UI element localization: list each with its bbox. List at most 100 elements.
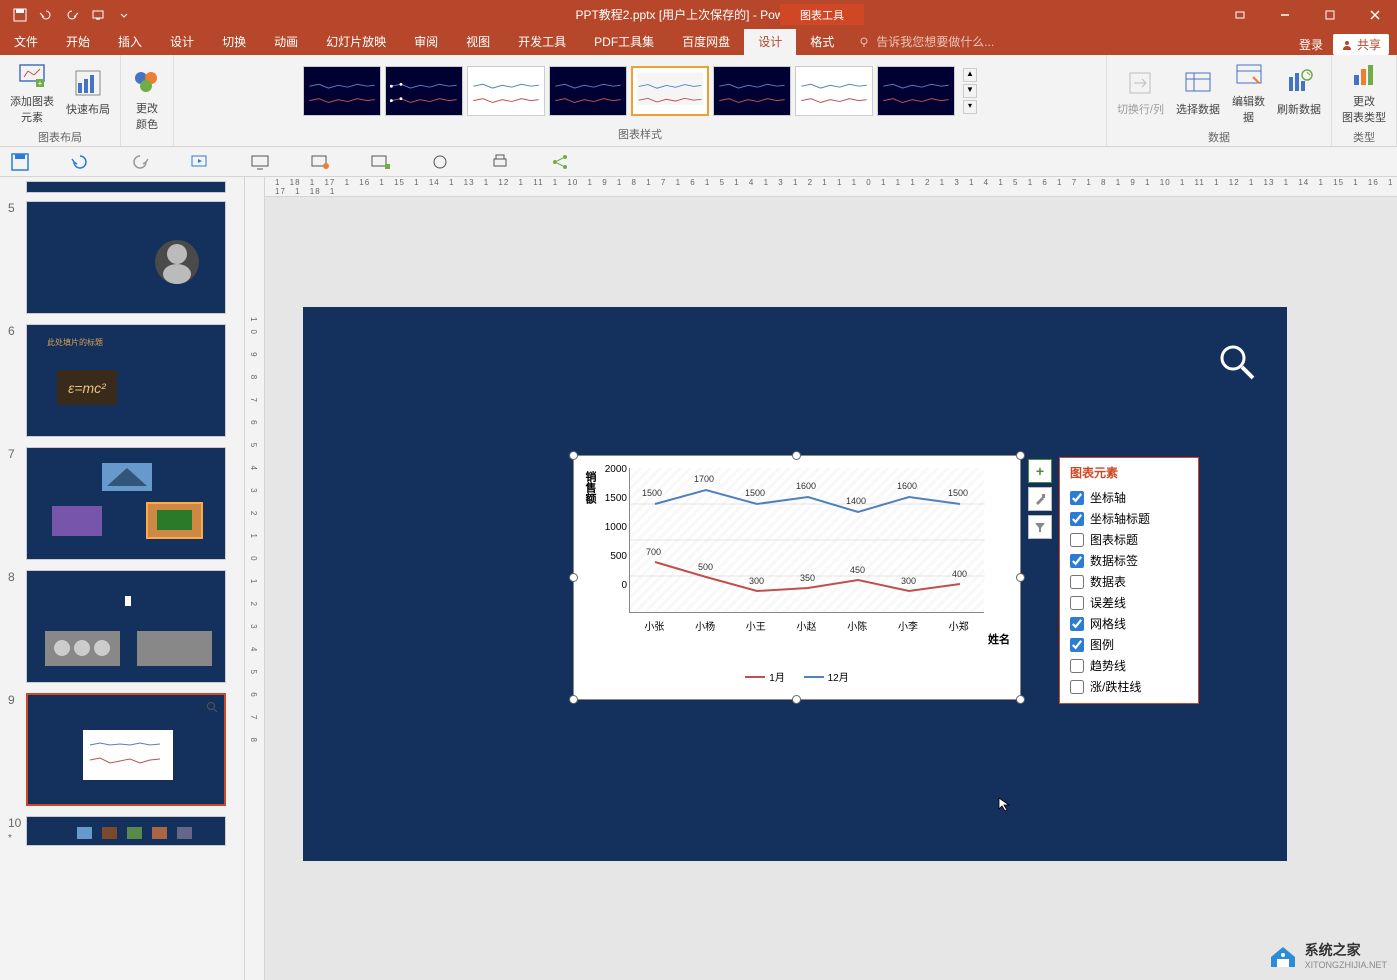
title-bar: PPT教程2.pptx [用户上次保存的] - PowerPoint 图表工具 <box>0 0 1397 29</box>
element-error-bars[interactable]: 误差线 <box>1070 592 1188 613</box>
maximize-button[interactable] <box>1307 0 1352 29</box>
ribbon: + 添加图表 元素 快速布局 图表布局 更改 颜色 <box>0 55 1397 147</box>
ribbon-display-button[interactable] <box>1217 0 1262 29</box>
secondary-toolbar <box>0 147 1397 177</box>
tab-pdf[interactable]: PDF工具集 <box>580 28 668 55</box>
chart-style-8[interactable] <box>877 66 955 116</box>
chart-object[interactable]: 销售额 2000 1500 1000 500 0 <box>573 455 1021 700</box>
tab-insert[interactable]: 插入 <box>104 28 156 55</box>
chart-style-3[interactable] <box>467 66 545 116</box>
group-label-data: 数据 <box>1208 127 1230 147</box>
element-axis[interactable]: 坐标轴 <box>1070 487 1188 508</box>
quick-layout-icon <box>72 67 104 99</box>
slide-thumbnails-panel: 5 6 此处填片的标题ε=mc² 7 8 9 10* <box>0 177 245 980</box>
slideshow-button[interactable] <box>86 3 110 27</box>
qat-dropdown[interactable] <box>112 3 136 27</box>
redo-icon[interactable] <box>130 152 150 172</box>
tab-developer[interactable]: 开发工具 <box>504 28 580 55</box>
change-chart-type-button[interactable]: 更改 图表类型 <box>1338 57 1390 127</box>
slide-canvas[interactable]: 销售额 2000 1500 1000 500 0 <box>303 307 1287 861</box>
chart-style-2[interactable] <box>385 66 463 116</box>
element-data-labels[interactable]: 数据标签 <box>1070 550 1188 571</box>
magnifier-icon <box>1217 342 1257 382</box>
chart-style-4[interactable] <box>549 66 627 116</box>
undo-button[interactable] <box>34 3 58 27</box>
tab-transition[interactable]: 切换 <box>208 28 260 55</box>
thumbnail-6[interactable]: 6 此处填片的标题ε=mc² <box>8 324 236 437</box>
ribbon-group-data: 切换行/列 选择数据 编辑数 据 刷新数据 数据 <box>1107 55 1332 146</box>
select-data-icon <box>1182 67 1214 99</box>
select-data-button[interactable]: 选择数据 <box>1172 65 1224 119</box>
element-legend[interactable]: 图例 <box>1070 634 1188 655</box>
chart-elements-button[interactable]: + <box>1028 459 1052 483</box>
close-button[interactable] <box>1352 0 1397 29</box>
element-axis-title[interactable]: 坐标轴标题 <box>1070 508 1188 529</box>
chart-content: 销售额 2000 1500 1000 500 0 <box>574 456 1020 699</box>
presenter-icon[interactable] <box>310 152 330 172</box>
minimize-button[interactable] <box>1262 0 1307 29</box>
change-colors-button[interactable]: 更改 颜色 <box>127 64 167 134</box>
thumbnail-7[interactable]: 7 <box>8 447 236 560</box>
chart-style-1[interactable] <box>303 66 381 116</box>
tool-icon[interactable] <box>430 152 450 172</box>
undo-icon[interactable] <box>70 152 90 172</box>
monitor-icon[interactable] <box>250 152 270 172</box>
styles-scroll-down[interactable]: ▼ <box>963 84 977 98</box>
thumbnail-10[interactable]: 10* <box>8 816 236 846</box>
element-data-table[interactable]: 数据表 <box>1070 571 1188 592</box>
element-trendline[interactable]: 趋势线 <box>1070 655 1188 676</box>
thumbnail-8[interactable]: 8 <box>8 570 236 683</box>
thumbnail-9[interactable]: 9 <box>8 693 236 806</box>
chart-filter-button[interactable] <box>1028 515 1052 539</box>
tab-baidu[interactable]: 百度网盘 <box>668 28 744 55</box>
group-label-layout: 图表布局 <box>38 127 82 147</box>
person-icon <box>1341 39 1353 51</box>
chart-styles-button[interactable] <box>1028 487 1052 511</box>
editor: 10 9 8 7 6 5 4 3 2 1 0 1 2 3 4 5 6 7 8 1… <box>245 177 1397 980</box>
slideshow-from-start-icon[interactable] <box>190 152 210 172</box>
tab-chart-format[interactable]: 格式 <box>796 28 848 55</box>
watermark-logo-icon <box>1267 941 1299 969</box>
switch-row-col-button: 切换行/列 <box>1113 65 1168 119</box>
ribbon-group-styles: ▲ ▼ ▾ 图表样式 <box>174 55 1107 146</box>
styles-more[interactable]: ▾ <box>963 100 977 114</box>
element-updown-bars[interactable]: 涨/跌柱线 <box>1070 676 1188 697</box>
refresh-icon <box>1283 67 1315 99</box>
chart-style-7[interactable] <box>795 66 873 116</box>
tell-me-input[interactable]: 告诉我您想要做什么... <box>848 28 1004 55</box>
element-gridlines[interactable]: 网格线 <box>1070 613 1188 634</box>
funnel-icon <box>1033 520 1047 534</box>
chart-legend: 1月 12月 <box>574 669 1020 684</box>
edit-data-button[interactable]: 编辑数 据 <box>1228 57 1269 127</box>
chart-element-icon: + <box>16 59 48 91</box>
tab-design[interactable]: 设计 <box>156 28 208 55</box>
svg-text:ε=mc²: ε=mc² <box>68 380 107 396</box>
tab-file[interactable]: 文件 <box>0 28 52 55</box>
thumbnail-5[interactable]: 5 <box>8 201 236 314</box>
refresh-data-button[interactable]: 刷新数据 <box>1273 65 1325 119</box>
ribbon-group-colors: 更改 颜色 <box>121 55 174 146</box>
redo-button[interactable] <box>60 3 84 27</box>
print-icon[interactable] <box>490 152 510 172</box>
chart-style-5[interactable] <box>631 66 709 116</box>
add-chart-element-button[interactable]: + 添加图表 元素 <box>6 57 58 127</box>
save-icon[interactable] <box>10 152 30 172</box>
tab-home[interactable]: 开始 <box>52 28 104 55</box>
tab-view[interactable]: 视图 <box>452 28 504 55</box>
tab-review[interactable]: 审阅 <box>400 28 452 55</box>
save-button[interactable] <box>8 3 32 27</box>
share-button[interactable]: 共享 <box>1333 34 1389 55</box>
ribbon-group-layout: + 添加图表 元素 快速布局 图表布局 <box>0 55 121 146</box>
quick-layout-button[interactable]: 快速布局 <box>62 65 114 119</box>
tab-animation[interactable]: 动画 <box>260 28 312 55</box>
ribbon-group-type: 更改 图表类型 类型 <box>1332 55 1397 146</box>
screen-icon[interactable] <box>370 152 390 172</box>
chart-style-6[interactable] <box>713 66 791 116</box>
element-chart-title[interactable]: 图表标题 <box>1070 529 1188 550</box>
share-icon[interactable] <box>550 152 570 172</box>
tab-slideshow[interactable]: 幻灯片放映 <box>312 28 400 55</box>
styles-scroll-up[interactable]: ▲ <box>963 68 977 82</box>
tab-chart-design[interactable]: 设计 <box>744 28 796 55</box>
thumbnail-partial[interactable] <box>26 181 226 193</box>
login-link[interactable]: 登录 <box>1299 36 1323 53</box>
